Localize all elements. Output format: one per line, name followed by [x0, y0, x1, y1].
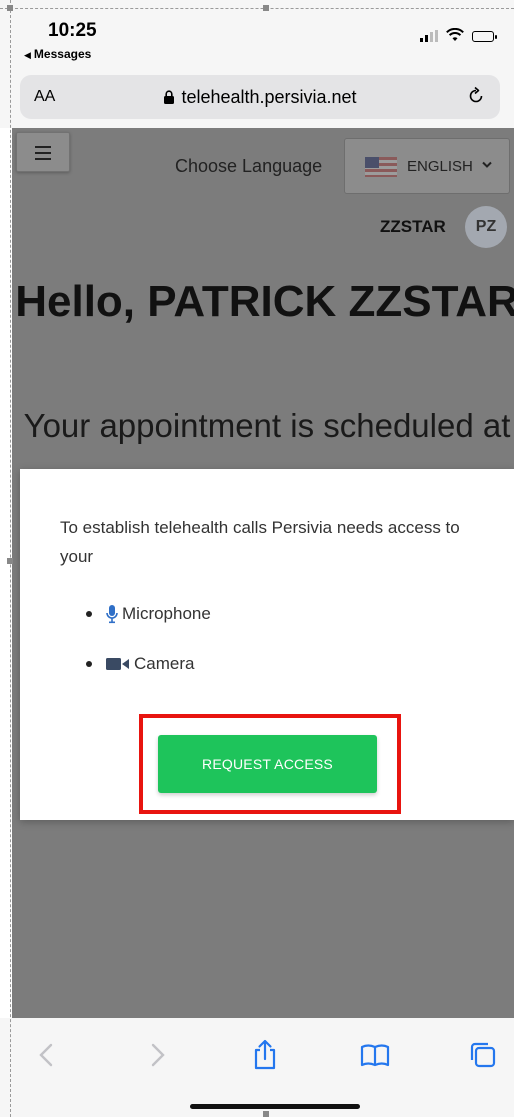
reload-icon[interactable] [466, 86, 486, 106]
us-flag-icon [365, 157, 397, 177]
language-select[interactable]: ENGLISH [344, 138, 510, 194]
crop-edge-top [0, 8, 514, 9]
resize-handle [263, 1111, 269, 1117]
language-value: ENGLISH [407, 158, 473, 175]
modal-message: To establish telehealth calls Persivia n… [60, 518, 460, 566]
list-item: Microphone [86, 589, 211, 639]
battery-icon [472, 31, 497, 42]
home-indicator [190, 1104, 360, 1109]
url-display[interactable]: telehealth.persivia.net [20, 87, 500, 108]
browser-toolbar [0, 1018, 514, 1117]
request-access-button[interactable]: REQUEST ACCESS [158, 735, 377, 793]
bullet [86, 661, 92, 667]
permission-label: Camera [134, 654, 195, 673]
status-time: 10:25 [48, 20, 97, 41]
avatar[interactable]: PZ [465, 206, 507, 248]
back-to-messages[interactable]: ◀ Messages [24, 47, 91, 61]
tabs-icon[interactable] [466, 1038, 500, 1072]
status-icons [420, 28, 497, 42]
share-icon[interactable] [248, 1038, 282, 1072]
back-icon[interactable] [30, 1038, 64, 1072]
language-label: Choose Language [175, 156, 323, 176]
user-name: ZZSTAR [380, 217, 446, 236]
hamburger-menu-button[interactable] [16, 132, 70, 172]
permission-list: Microphone Camera [86, 589, 211, 689]
back-triangle-icon: ◀ [24, 50, 31, 60]
microphone-icon [106, 605, 118, 624]
signal-icon [420, 30, 438, 42]
bookmarks-icon[interactable] [358, 1038, 392, 1072]
hamburger-icon [35, 146, 51, 148]
chevron-down-icon [482, 161, 492, 168]
url-text: telehealth.persivia.net [181, 87, 357, 107]
list-item: Camera [86, 639, 211, 689]
greeting-heading: Hello, PATRICK ZZSTAR [15, 277, 514, 326]
resize-handle [7, 5, 13, 11]
address-bar[interactable]: AA telehealth.persivia.net [20, 75, 500, 119]
back-app-label: Messages [33, 47, 92, 61]
camera-icon [106, 658, 129, 670]
resize-handle [7, 558, 13, 564]
wifi-icon [446, 28, 464, 41]
appointment-text: Your appointment is scheduled at [23, 407, 511, 444]
permission-modal: To establish telehealth calls Persivia n… [20, 469, 514, 820]
permission-label: Microphone [122, 604, 211, 623]
status-bar: 10:25 ◀ Messages [0, 0, 514, 70]
lock-icon [164, 90, 175, 104]
bullet [86, 611, 92, 617]
forward-icon[interactable] [140, 1038, 174, 1072]
browser-address-area: AA telehealth.persivia.net [0, 70, 514, 128]
resize-handle [263, 5, 269, 11]
